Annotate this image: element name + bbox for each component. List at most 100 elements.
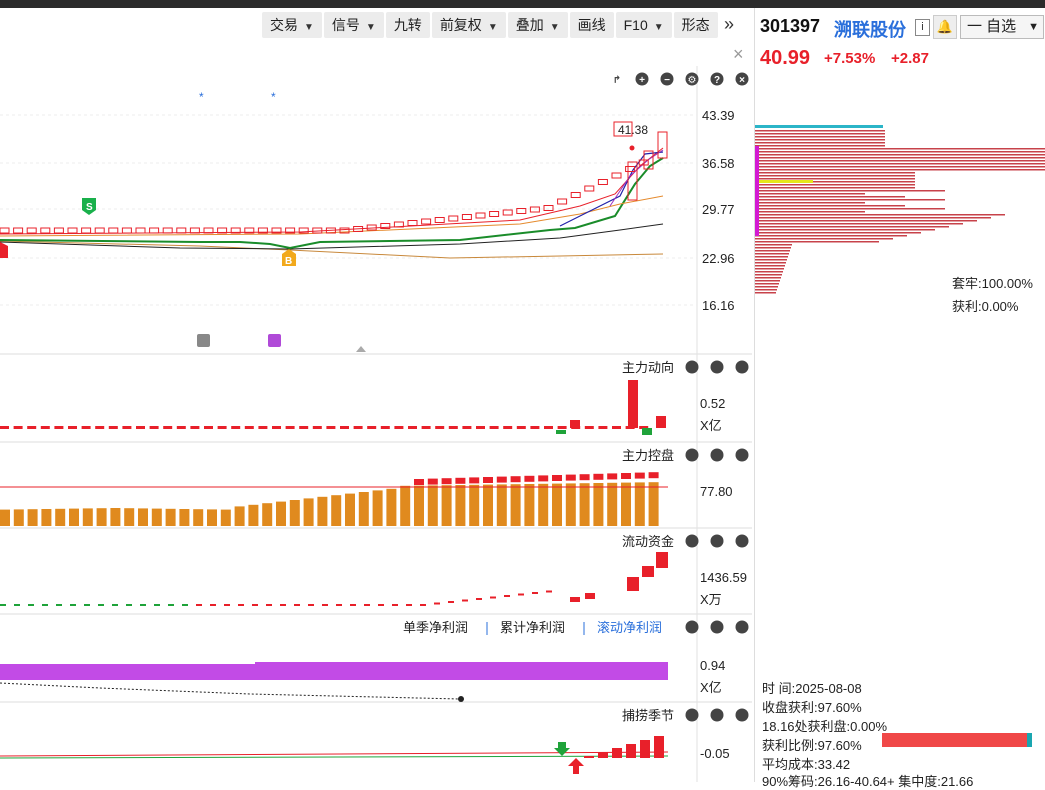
flow-bar [244,426,254,429]
close-icon[interactable] [735,448,749,462]
chip-close-profit: 收盘获利:97.60% [762,700,862,715]
control-bar [262,503,273,526]
chevron-down-icon: ▼ [549,22,560,33]
control-bar [276,501,286,526]
liquidity-mark [0,604,6,606]
control-bar [151,508,162,526]
current-price: 40.99 [760,47,811,69]
kline-chart-svg[interactable]: ↱ + − ⚙? × 43.39 36.58 29.77 22.96 16.16 41.38 S B * *… [0,66,752,782]
arrow-down-icon[interactable] [554,742,570,756]
toolbar-button-5[interactable]: 画线 [569,12,614,38]
tab-1[interactable]: 累计净利润 [500,620,565,635]
toolbar-button-7[interactable]: 形态 [673,12,718,38]
kline-chart-area[interactable]: ↱ + − ⚙? × 43.39 36.58 29.77 22.96 16.16 41.38 S B * *… [0,66,752,782]
buy-signal-label: B [285,256,292,267]
candle [543,205,554,211]
settings-icon[interactable] [685,708,699,722]
tab-2[interactable]: 滚动净利润 [597,620,662,635]
liquidity-mark [238,604,244,606]
settings-icon[interactable] [685,620,699,634]
control-bar [220,509,231,526]
profit-ratio-bar-tail [1027,733,1032,747]
toolbar-button-2[interactable]: 九转 [385,12,430,38]
toolbar-button-6[interactable]: F10 ▼ [615,12,672,38]
chip-bar [755,265,785,267]
liquidity-mark [434,602,440,605]
candle [657,131,668,159]
control-bar [441,485,452,526]
close-icon[interactable] [735,620,749,634]
liquidity-mark [126,604,132,606]
control-bar [483,484,493,526]
event-icon[interactable] [268,334,281,347]
scroll-up-icon[interactable] [356,346,366,352]
flow-bar [435,426,445,429]
arrow-up-icon[interactable] [568,758,584,774]
chip-bar [755,226,949,228]
control-bar [193,509,204,526]
control-bar [165,508,176,526]
help-icon[interactable] [710,360,724,374]
chip-bar [755,244,792,246]
change-amount: +2.87 [891,50,929,67]
close-icon[interactable]: × [733,44,744,65]
liquidity-mark [448,601,454,603]
control-bar-top [538,475,549,482]
tab-0[interactable]: 单季净利润 [403,620,468,635]
watchlist-button[interactable]: 一 自选 ▼ [960,15,1044,39]
control-bar-top [414,479,424,485]
help-icon[interactable] [710,708,724,722]
close-icon[interactable] [735,360,749,374]
toolbar-button-3[interactable]: 前复权 ▼ [431,12,506,38]
control-bar-top [441,478,452,485]
toolbar-button-label: 画线 [577,17,606,33]
flow-bar [68,426,77,429]
chip-bar [755,199,945,201]
control-bar [96,508,107,526]
chip-bar [755,187,915,189]
stock-name[interactable]: 溯联股份 [834,16,906,42]
chip-bar [755,184,915,186]
control-bar [607,482,618,526]
settings-icon[interactable] [685,448,699,462]
fishing-line [0,755,669,759]
panel-title: 捕捞季节 [622,708,674,723]
double-chevron-right-icon[interactable]: » [724,14,734,35]
toolbar-button-1[interactable]: 信号 ▼ [323,12,384,38]
bell-icon[interactable]: 🔔 [933,15,957,39]
control-bar [13,509,24,526]
candle [162,227,173,234]
event-icon[interactable] [197,334,210,347]
chip-bar [755,214,1005,216]
chip-bar [755,130,885,132]
chevron-down-icon: ▼ [1028,21,1039,33]
chip-bar [755,193,865,195]
liquidity-mark [504,595,510,597]
candle [502,209,513,216]
panel-value: -0.05 [700,746,730,761]
panel-title: 流动资金 [622,534,674,549]
flow-bar [27,426,37,429]
close-icon[interactable] [735,708,749,722]
zoom-out-icon-glyph: − [664,75,670,86]
help-icon[interactable] [710,448,724,462]
buy-signal-edge-icon[interactable] [0,242,8,258]
control-bar [55,508,66,526]
toolbar-button-0[interactable]: 交易 ▼ [262,12,322,38]
fishing-bar [598,752,608,758]
settings-icon[interactable] [685,360,699,374]
control-bar [579,483,590,526]
flow-bar [312,426,322,429]
info-icon[interactable]: i [915,19,930,36]
panel-unit: X亿 [700,680,722,695]
toolbar-button-4[interactable]: 叠加 ▼ [507,12,568,38]
control-bar [234,506,245,526]
chip-bar [755,125,883,128]
ma-line-red [0,147,664,235]
settings-icon[interactable] [685,534,699,548]
flow-bar [163,426,173,429]
price-axis-label: 29.77 [702,202,735,217]
help-icon[interactable] [710,620,724,634]
help-icon[interactable] [710,534,724,548]
close-icon[interactable] [735,534,749,548]
